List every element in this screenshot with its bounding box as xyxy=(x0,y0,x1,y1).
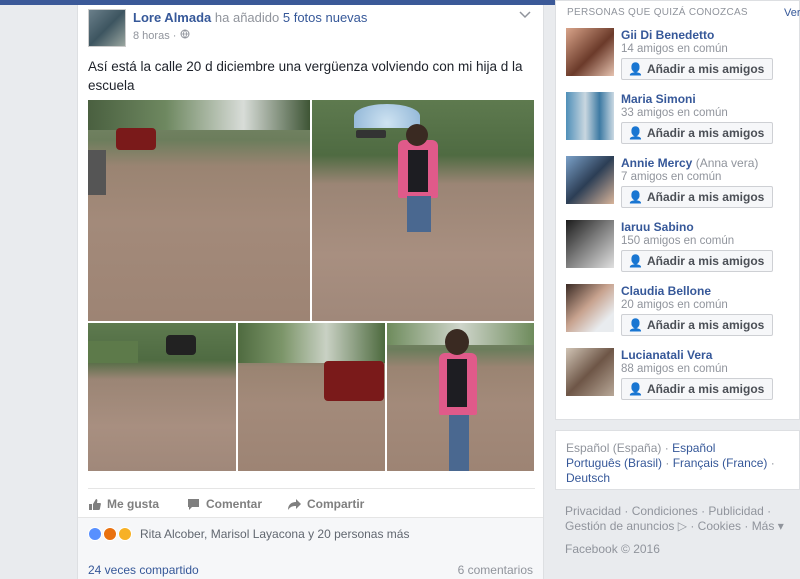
chevron-down-icon[interactable] xyxy=(519,11,531,23)
suggestion-item: Claudia Bellone 20 amigos en común 👤 Añad… xyxy=(566,284,796,340)
footer-link[interactable]: Privacidad xyxy=(565,504,621,518)
reactions-summary[interactable]: Rita Alcober, Marisol Layacona y 20 pers… xyxy=(88,527,409,541)
footer: Privacidad · Condiciones · Publicidad · … xyxy=(565,504,795,557)
add-friend-button[interactable]: 👤 Añadir a mis amigos xyxy=(621,250,774,272)
language-list: Español (España) · Español Português (Br… xyxy=(566,441,775,485)
footer-link[interactable]: Publicidad xyxy=(708,504,763,518)
add-friend-icon: 👤 xyxy=(628,126,643,140)
mutual-friends[interactable]: 7 amigos en común xyxy=(621,171,721,183)
photo-5[interactable] xyxy=(387,323,534,471)
add-friend-label: Añadir a mis amigos xyxy=(646,382,765,396)
sad-reaction-icon xyxy=(118,527,132,541)
angry-reaction-icon xyxy=(103,527,117,541)
add-friend-icon: 👤 xyxy=(628,190,643,204)
language-option[interactable]: Português (Brasil) xyxy=(566,456,662,470)
footer-link[interactable]: Cookies xyxy=(698,519,741,533)
person-name[interactable]: Annie Mercy (Anna vera) xyxy=(621,156,758,170)
author-avatar[interactable] xyxy=(88,9,126,47)
thumbs-up-icon xyxy=(89,498,101,510)
person-name[interactable]: Claudia Bellone xyxy=(621,284,711,298)
reactions-text: Rita Alcober, Marisol Layacona y 20 pers… xyxy=(140,527,410,541)
mutual-friends[interactable]: 33 amigos en común xyxy=(621,107,728,119)
add-friend-button[interactable]: 👤 Añadir a mis amigos xyxy=(621,58,774,80)
share-label: Compartir xyxy=(307,497,365,511)
reactions-section: Rita Alcober, Marisol Layacona y 20 pers… xyxy=(78,517,543,579)
add-friend-icon: 👤 xyxy=(628,318,643,332)
adchoices-icon[interactable]: ▷ xyxy=(678,519,687,533)
comment-icon xyxy=(188,498,199,510)
photo-4[interactable] xyxy=(238,323,385,471)
post-actions: Me gusta Comentar Compartir xyxy=(88,488,535,516)
person-avatar[interactable] xyxy=(566,284,614,332)
add-friend-button[interactable]: 👤 Añadir a mis amigos xyxy=(621,122,774,144)
post-header: Lore Almada ha añadido 5 fotos nuevas xyxy=(133,10,367,25)
mutual-friends[interactable]: 88 amigos en común xyxy=(621,363,728,375)
add-friend-button[interactable]: 👤 Añadir a mis amigos xyxy=(621,378,774,400)
person-avatar[interactable] xyxy=(566,92,614,140)
shares-count[interactable]: 24 veces compartido xyxy=(88,563,199,577)
meta-separator: · xyxy=(172,30,177,42)
language-option[interactable]: Français (France) xyxy=(673,456,768,470)
person-alt-name: (Anna vera) xyxy=(695,156,759,170)
add-friend-label: Añadir a mis amigos xyxy=(646,126,765,140)
add-friend-label: Añadir a mis amigos xyxy=(646,62,765,76)
post-text: Así está la calle 20 d diciembre una ver… xyxy=(88,59,523,93)
footer-link[interactable]: Condiciones xyxy=(632,504,698,518)
person-name-text[interactable]: Annie Mercy xyxy=(621,156,692,170)
language-option[interactable]: Deutsch xyxy=(566,471,610,485)
person-avatar[interactable] xyxy=(566,220,614,268)
comments-count[interactable]: 6 comentarios xyxy=(458,563,533,577)
add-friend-label: Añadir a mis amigos xyxy=(646,190,765,204)
add-friend-icon: 👤 xyxy=(628,382,643,396)
suggestion-item: Annie Mercy (Anna vera) 7 amigos en comú… xyxy=(566,156,796,212)
like-button[interactable]: Me gusta xyxy=(88,497,159,511)
sidebar-title: PERSONAS QUE QUIZÁ CONOZCAS xyxy=(567,7,748,18)
person-avatar[interactable] xyxy=(566,348,614,396)
add-friend-button[interactable]: 👤 Añadir a mis amigos xyxy=(621,314,774,336)
post-time[interactable]: 8 horas xyxy=(133,30,170,42)
author-name[interactable]: Lore Almada xyxy=(133,10,211,25)
current-language: Español (España) xyxy=(566,441,662,455)
mutual-friends[interactable]: 150 amigos en común xyxy=(621,235,734,247)
language-option[interactable]: Español xyxy=(672,441,715,455)
like-reaction-icon xyxy=(88,527,102,541)
comment-label: Comentar xyxy=(206,497,263,511)
person-name[interactable]: Gii Di Benedetto xyxy=(621,28,714,42)
copyright: Facebook © 2016 xyxy=(565,542,660,556)
photo-2[interactable] xyxy=(312,100,534,321)
add-friend-button[interactable]: 👤 Añadir a mis amigos xyxy=(621,186,774,208)
suggestion-item: Lucianatali Vera 88 amigos en común 👤 Aña… xyxy=(566,348,796,404)
add-friend-icon: 👤 xyxy=(628,62,643,76)
post-card: Lore Almada ha añadido 5 fotos nuevas 8 … xyxy=(77,5,544,579)
photos-link[interactable]: 5 fotos nuevas xyxy=(283,10,368,25)
mutual-friends[interactable]: 14 amigos en común xyxy=(621,43,728,55)
add-friend-label: Añadir a mis amigos xyxy=(646,254,765,268)
post-meta: 8 horas · xyxy=(133,29,190,42)
add-friend-label: Añadir a mis amigos xyxy=(646,318,765,332)
person-avatar[interactable] xyxy=(566,28,614,76)
suggestion-item: Maria Simoni 33 amigos en común 👤 Añadir … xyxy=(566,92,796,148)
person-avatar[interactable] xyxy=(566,156,614,204)
globe-icon[interactable] xyxy=(180,29,190,42)
footer-link[interactable]: Más xyxy=(752,519,775,533)
person-name[interactable]: Iaruu Sabino xyxy=(621,220,694,234)
add-friend-icon: 👤 xyxy=(628,254,643,268)
photo-1[interactable] xyxy=(88,100,310,321)
like-label: Me gusta xyxy=(107,497,160,511)
comment-button[interactable]: Comentar xyxy=(187,497,262,511)
language-box: Español (España) · Español Português (Br… xyxy=(555,430,800,490)
mutual-friends[interactable]: 20 amigos en común xyxy=(621,299,728,311)
person-name[interactable]: Maria Simoni xyxy=(621,92,696,106)
photo-3[interactable] xyxy=(88,323,236,471)
action-text: ha añadido xyxy=(214,10,280,25)
share-icon xyxy=(288,498,301,510)
suggestion-item: Iaruu Sabino 150 amigos en común 👤 Añadir… xyxy=(566,220,796,276)
see-all-link[interactable]: Ver xyxy=(784,7,800,19)
suggestion-item: Gii Di Benedetto 14 amigos en común 👤 Aña… xyxy=(566,28,796,84)
people-you-may-know: PERSONAS QUE QUIZÁ CONOZCAS Ver Gii Di B… xyxy=(555,0,800,420)
share-button[interactable]: Compartir xyxy=(288,497,364,511)
person-name[interactable]: Lucianatali Vera xyxy=(621,348,712,362)
footer-link[interactable]: Gestión de anuncios xyxy=(565,519,674,533)
